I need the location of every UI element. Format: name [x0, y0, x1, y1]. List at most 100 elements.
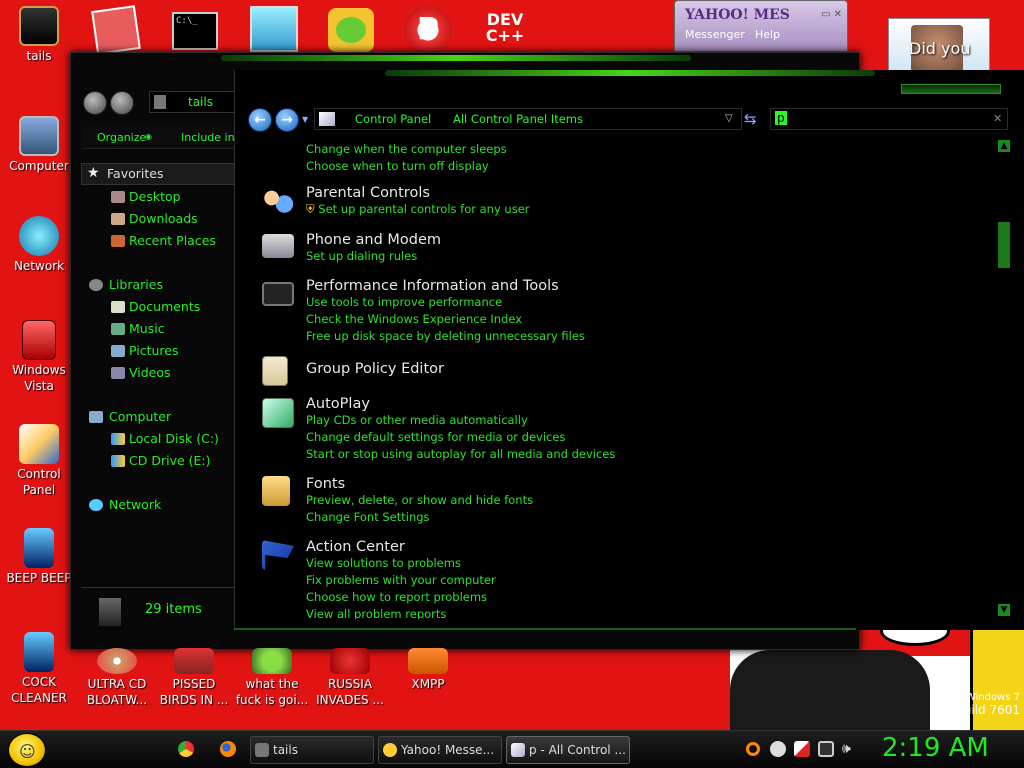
nav-documents[interactable]: Documents	[129, 299, 200, 314]
category-title[interactable]: AutoPlay	[306, 396, 615, 412]
yahoo-popup[interactable]: Did you	[888, 18, 990, 75]
nav-desktop[interactable]: Desktop	[129, 189, 181, 204]
nav-videos[interactable]: Videos	[129, 365, 171, 380]
desktop-icon-cleaner[interactable]: COCK CLEANER	[2, 632, 76, 706]
desktop-icon-russia[interactable]: RUSSIA INVADES ...	[313, 648, 387, 708]
category-link[interactable]: Start or stop using autoplay for all med…	[306, 446, 615, 463]
desktop-icon-devcpp[interactable]: DEV C++	[480, 12, 530, 54]
category-link[interactable]: Change Font Settings	[306, 509, 533, 526]
back-button[interactable]: ←	[248, 108, 272, 132]
search-input[interactable]: p ✕	[770, 108, 1008, 130]
category-link[interactable]: Change default settings for media or dev…	[306, 429, 615, 446]
category-link[interactable]: View all problem reports	[306, 606, 496, 619]
nav-pictures[interactable]: Pictures	[129, 343, 179, 358]
category-title[interactable]: Action Center	[306, 539, 496, 555]
nav-recent-places[interactable]: Recent Places	[129, 233, 216, 248]
parental-controls-icon[interactable]	[262, 186, 294, 216]
nav-network[interactable]: Network	[109, 497, 161, 512]
start-button[interactable]: ☺	[8, 733, 46, 767]
category-link[interactable]: Play CDs or other media automatically	[306, 412, 615, 429]
desktop-icon-ultra-cd[interactable]: ULTRA CD BLOATW...	[80, 648, 154, 708]
address-bar[interactable]: Control Panel All Control Panel Items ▽	[314, 108, 742, 130]
autoplay-icon[interactable]	[262, 398, 294, 428]
nav-downloads[interactable]: Downloads	[129, 211, 198, 226]
category-link[interactable]: View solutions to problems	[306, 555, 496, 572]
clear-search-icon[interactable]: ✕	[993, 112, 1002, 125]
category-link[interactable]: Check the Windows Experience Index	[306, 311, 585, 328]
favorites-label[interactable]: Favorites	[107, 166, 163, 181]
fonts-folder-icon[interactable]	[262, 476, 290, 506]
back-button[interactable]	[83, 91, 107, 115]
category-link[interactable]: Use tools to improve performance	[306, 294, 585, 311]
scroll-thumb[interactable]	[998, 222, 1010, 268]
category-link[interactable]: Set up dialing rules	[306, 248, 441, 265]
desktop-icon-tails[interactable]: tails	[2, 6, 76, 64]
desktop-icon-pig[interactable]: what the fuck is goi...	[235, 648, 309, 708]
breadcrumb-all-items[interactable]: All Control Panel Items	[453, 112, 583, 126]
desktop-icon-computer[interactable]: Computer	[2, 116, 76, 174]
firefox-icon[interactable]	[220, 741, 236, 757]
yahoo-menu-messenger[interactable]: Messenger	[685, 28, 745, 41]
desktop-icon-label: Windows Vista	[12, 363, 66, 393]
desktop-icon-notes[interactable]	[91, 5, 141, 55]
organize-menu[interactable]: Organize	[97, 131, 146, 144]
clock[interactable]: 2:19 AM	[882, 733, 989, 763]
nav-libraries[interactable]: Libraries	[109, 277, 163, 292]
yahoo-window-controls[interactable]: ▭ ✕	[821, 9, 842, 20]
desktop-icon-bad-piggies[interactable]	[328, 8, 374, 52]
volume-icon[interactable]: 🕪	[842, 741, 858, 757]
nav-local-disk[interactable]: Local Disk (C:)	[129, 431, 219, 446]
desktop-icon-p-app[interactable]: P	[404, 6, 452, 54]
forward-button[interactable]: →	[275, 108, 299, 132]
phone-modem-icon[interactable]	[262, 234, 294, 258]
window-caption-buttons[interactable]	[901, 84, 1001, 94]
desktop-icon-recycle-bin[interactable]: Windows Vista	[2, 320, 76, 394]
refresh-icon[interactable]: ⇆	[744, 110, 757, 128]
chrome-icon[interactable]	[178, 741, 194, 757]
desktop-icon-library[interactable]	[250, 6, 298, 52]
address-dropdown-icon[interactable]: ▽	[725, 113, 733, 124]
network-tray-icon[interactable]	[818, 741, 834, 757]
taskbar-button-control-panel[interactable]: p - All Control ...	[506, 736, 630, 764]
category-title[interactable]: Group Policy Editor	[306, 361, 444, 377]
forward-button[interactable]	[110, 91, 134, 115]
nav-music[interactable]: Music	[129, 321, 165, 336]
yahoo-menu-help[interactable]: Help	[755, 28, 780, 41]
yahoo-messenger-window[interactable]: YAHOO! MES ▭ ✕ Messenger Help	[674, 0, 848, 52]
scroll-down-icon[interactable]: ▼	[998, 604, 1010, 616]
action-center-tray-icon[interactable]	[794, 741, 810, 757]
organize-dropdown-icon[interactable]: ◉	[145, 132, 152, 141]
link-display-off[interactable]: Choose when to turn off display	[306, 158, 507, 175]
nav-cd-drive[interactable]: CD Drive (E:)	[129, 453, 211, 468]
category-title[interactable]: Fonts	[306, 476, 533, 492]
performance-icon[interactable]	[262, 282, 294, 306]
desktop-icon-network[interactable]: Network	[2, 216, 76, 274]
group-policy-icon[interactable]	[262, 356, 288, 386]
desktop-icon-pissed-birds[interactable]: PISSED BIRDS IN ...	[157, 648, 231, 708]
search-tray-icon[interactable]	[746, 742, 760, 756]
breadcrumb-control-panel[interactable]: Control Panel	[355, 112, 431, 126]
nav-computer[interactable]: Computer	[109, 409, 171, 424]
category-title[interactable]: Parental Controls	[306, 185, 530, 201]
category-link[interactable]: ⛨ Set up parental controls for any user	[306, 201, 530, 218]
recent-pages-dropdown-icon[interactable]: ▼	[302, 115, 308, 124]
category-link[interactable]: Preview, delete, or show and hide fonts	[306, 492, 533, 509]
category-title[interactable]: Phone and Modem	[306, 232, 441, 248]
category-link[interactable]: Free up disk space by deleting unnecessa…	[306, 328, 585, 345]
desktop-icon-cmd[interactable]: C:\_	[172, 12, 218, 50]
taskbar-button-yahoo[interactable]: Yahoo! Messe...	[378, 736, 502, 764]
taskbar-button-explorer[interactable]: tails	[250, 736, 374, 764]
p-logo-icon: P	[417, 12, 439, 47]
address-bar[interactable]: tails	[149, 91, 239, 113]
category-link[interactable]: Choose how to report problems	[306, 589, 496, 606]
desktop-icon-xmpp[interactable]: XMPP	[391, 648, 465, 692]
scroll-up-icon[interactable]: ▲	[998, 140, 1010, 152]
category-title[interactable]: Performance Information and Tools	[306, 278, 585, 294]
messenger-tray-icon[interactable]	[770, 741, 786, 757]
category-link[interactable]: Fix problems with your computer	[306, 572, 496, 589]
network-globe-icon	[19, 216, 59, 256]
desktop-icon-beep[interactable]: BEEP BEEP	[2, 528, 76, 586]
desktop-icon-control-panel[interactable]: Control Panel	[2, 424, 76, 498]
link-sleep[interactable]: Change when the computer sleeps	[306, 141, 507, 158]
vertical-scrollbar[interactable]: ▲ ▼	[996, 138, 1012, 620]
